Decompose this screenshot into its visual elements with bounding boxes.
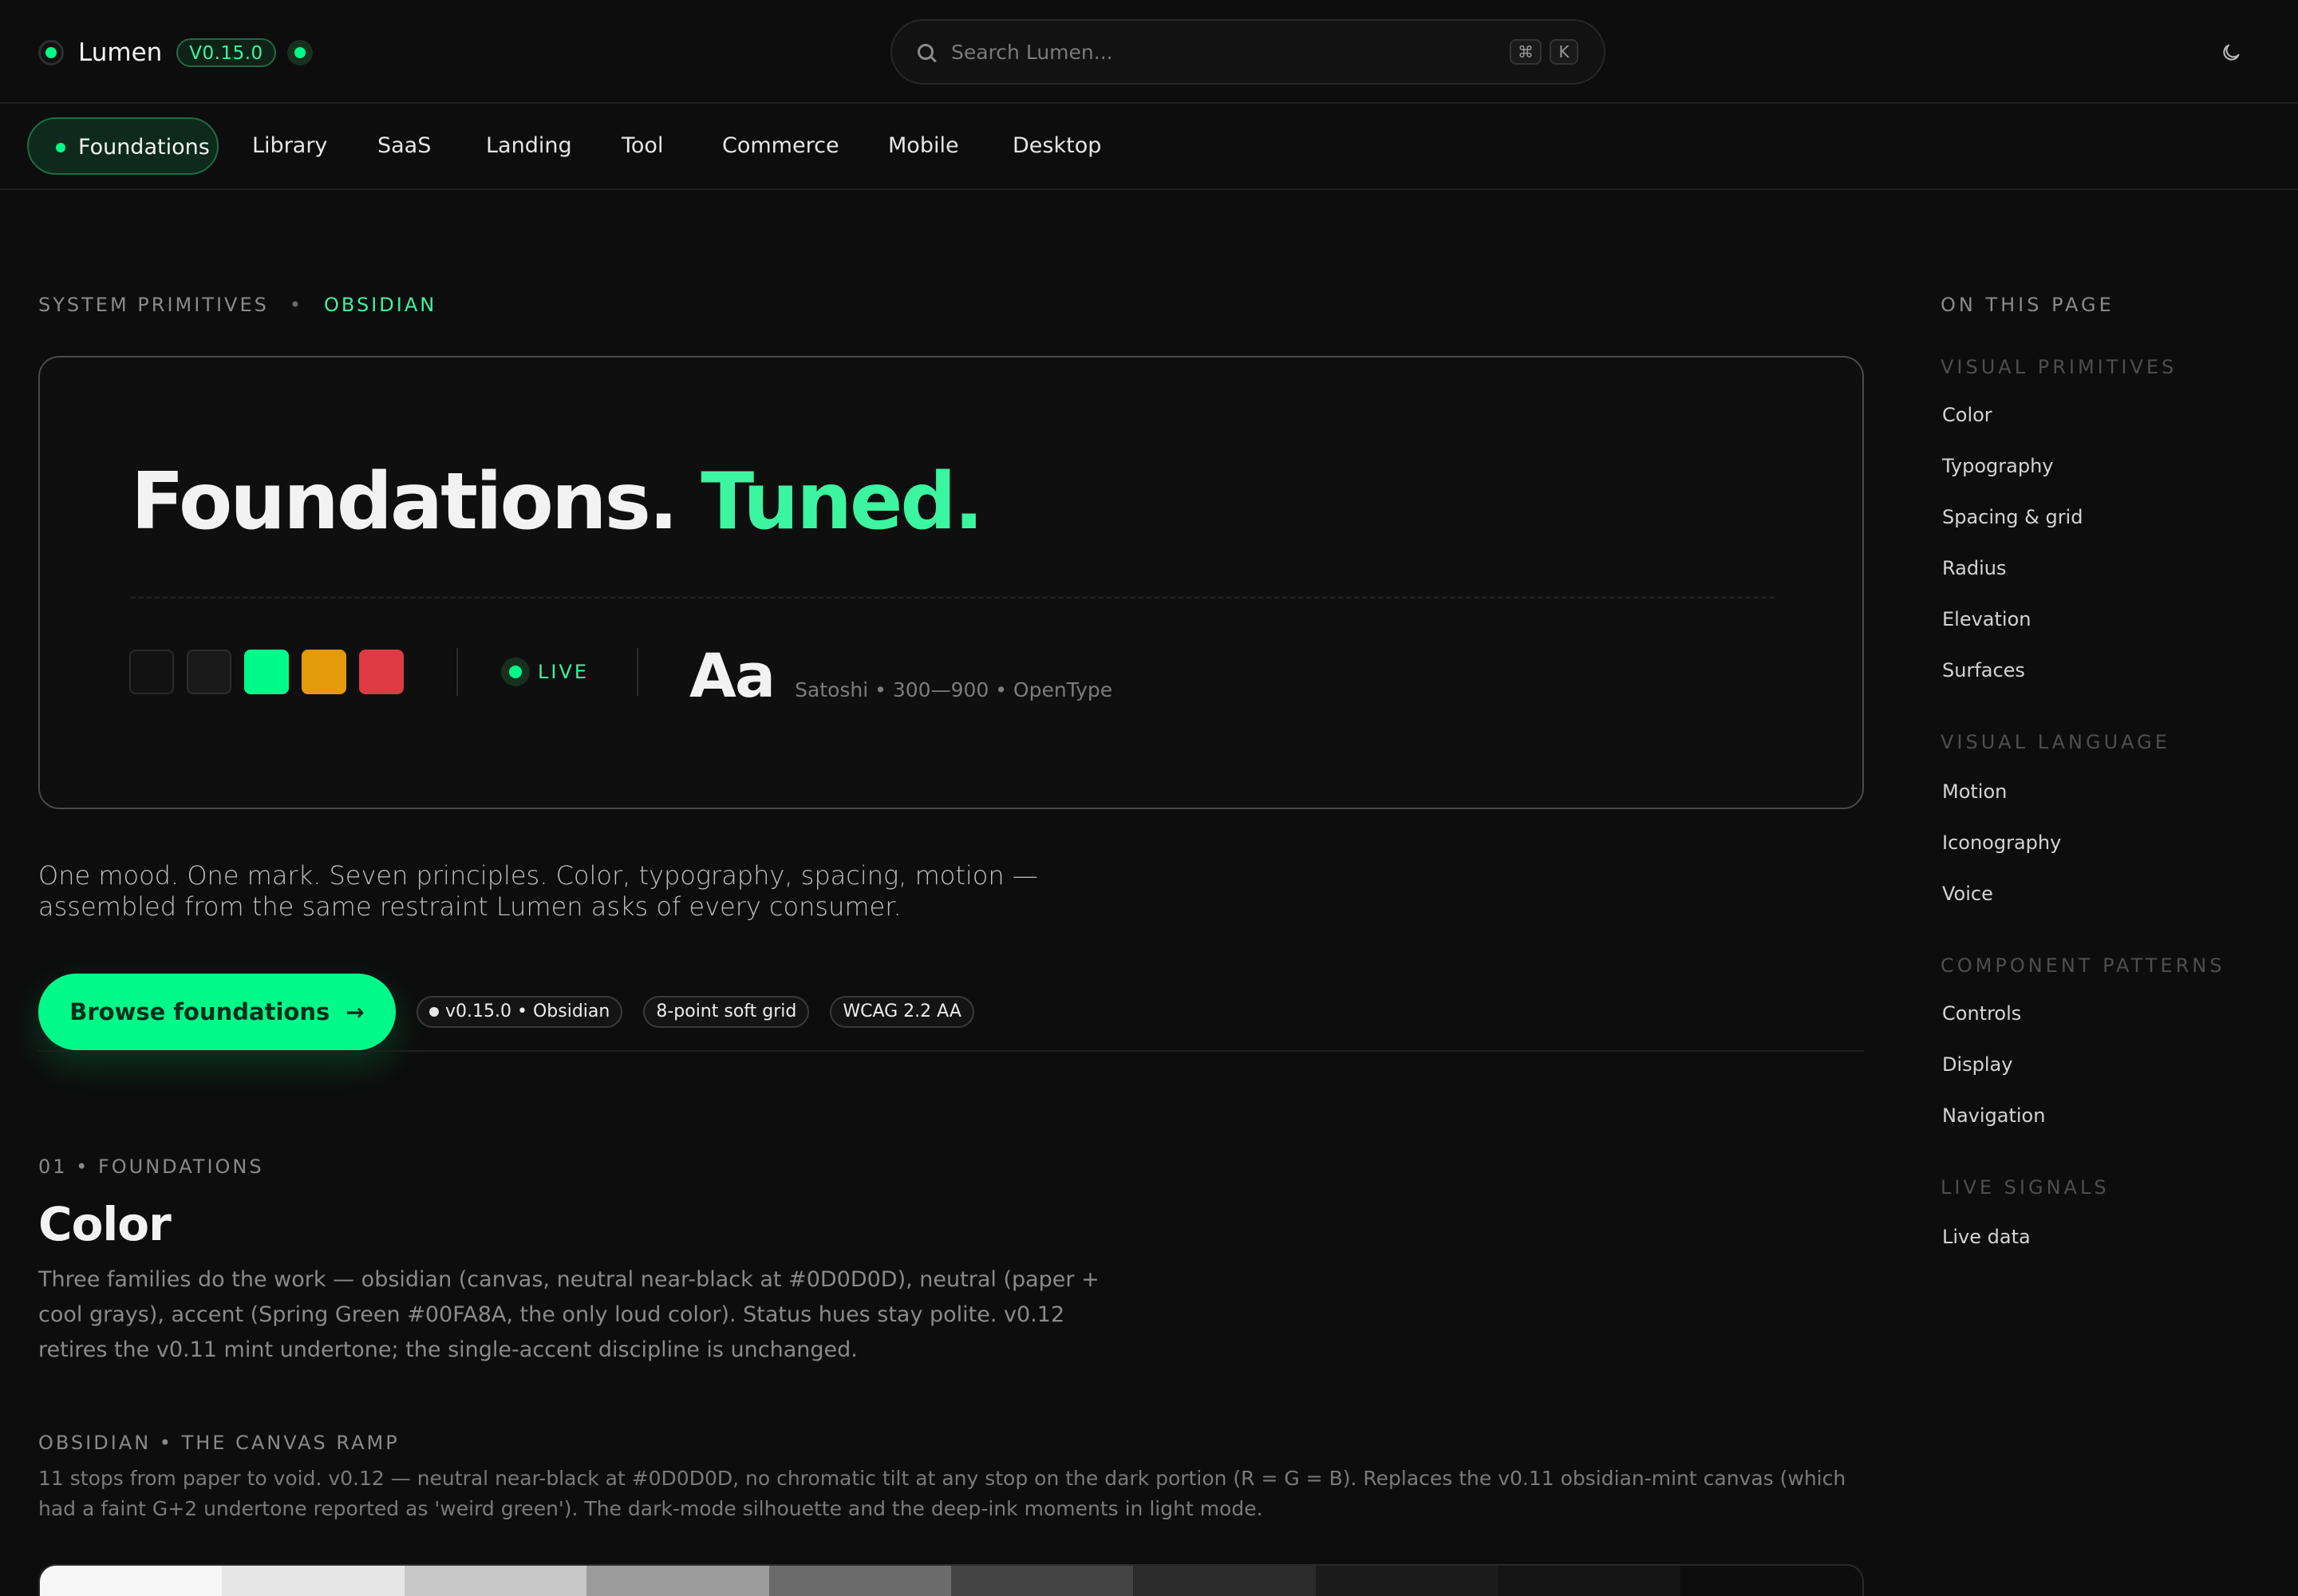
theme-toggle-button[interactable]: [2217, 38, 2245, 67]
toc-link-controls[interactable]: Controls: [1942, 1002, 2021, 1025]
hero-divider: [131, 597, 1775, 598]
toc-link-surfaces[interactable]: Surfaces: [1942, 659, 2025, 681]
toc-link-voice[interactable]: Voice: [1942, 883, 1993, 905]
shortcut-key: K: [1550, 39, 1578, 65]
chip-label: v0.15.0 • Obsidian: [445, 1001, 610, 1021]
section-divider: [38, 1050, 1864, 1052]
section-title: Color: [38, 1197, 172, 1251]
search-bar[interactable]: ⌘ K: [890, 19, 1605, 85]
toc-group-label: COMPONENT PATTERNS: [1941, 954, 2225, 977]
nav-tab-foundations[interactable]: Foundations: [27, 117, 219, 175]
page-eyebrow: SYSTEM PRIMITIVES • OBSIDIAN: [38, 294, 436, 316]
toc-group-label: VISUAL PRIMITIVES: [1941, 356, 2178, 378]
grid-chip: 8-point soft grid: [643, 996, 810, 1028]
main-nav: Foundations Library SaaS Landing Tool Co…: [0, 104, 2298, 190]
moon-icon: [2223, 44, 2240, 61]
hero-card: Foundations. Tuned. LIVE Aa Satoshi • 30…: [38, 356, 1864, 809]
toc-link-iconography[interactable]: Iconography: [1942, 832, 2061, 854]
page-lede: One mood. One mark. Seven principles. Co…: [38, 860, 1038, 922]
wcag-chip: WCAG 2.2 AA: [830, 996, 974, 1028]
type-sample-glyph: Aa: [689, 640, 776, 711]
cta-label: Browse foundations: [69, 998, 330, 1025]
toc-link-spacing[interactable]: Spacing & grid: [1942, 506, 2083, 528]
logo-icon: [38, 40, 64, 65]
ramp-stop[interactable]: [1498, 1566, 1680, 1596]
top-header: Lumen V0.15.0 ⌘ K: [0, 0, 2298, 104]
ramp-stop[interactable]: [1315, 1566, 1498, 1596]
toc-link-elevation[interactable]: Elevation: [1942, 608, 2031, 630]
hero-title-accent: Tuned.: [701, 456, 983, 547]
live-label: LIVE: [538, 661, 590, 683]
ramp-stop[interactable]: [40, 1566, 223, 1596]
ramp-stop[interactable]: [951, 1566, 1134, 1596]
ramp-stop[interactable]: [404, 1566, 587, 1596]
ramp-stop[interactable]: [1680, 1566, 1862, 1596]
eyebrow-accent: OBSIDIAN: [324, 294, 437, 316]
toc-group-label: VISUAL LANGUAGE: [1941, 731, 2170, 753]
type-sample: Aa Satoshi • 300—900 • OpenType: [689, 640, 1112, 711]
live-indicator: LIVE: [501, 658, 589, 686]
nav-tab-saas[interactable]: SaaS: [377, 117, 431, 175]
nav-tab-library[interactable]: Library: [252, 117, 327, 175]
toc-link-radius[interactable]: Radius: [1942, 557, 2006, 579]
chip-dot-icon: [429, 1007, 439, 1017]
search-input[interactable]: [950, 39, 1502, 65]
hero-title-main: Foundations.: [131, 456, 678, 547]
hero-title: Foundations. Tuned.: [131, 456, 984, 547]
nav-tab-tool[interactable]: Tool: [622, 117, 663, 175]
toc-group-label: LIVE SIGNALS: [1941, 1176, 2110, 1199]
ramp-stop[interactable]: [586, 1566, 769, 1596]
toc-link-navigation[interactable]: Navigation: [1942, 1104, 2045, 1127]
type-sample-meta: Satoshi • 300—900 • OpenType: [795, 678, 1113, 701]
chip-label: 8-point soft grid: [656, 1001, 797, 1021]
toc-heading: ON THIS PAGE: [1941, 294, 2114, 316]
color-swatches: [129, 650, 417, 694]
table-of-contents: ON THIS PAGE VISUAL PRIMITIVES Color Typ…: [1941, 294, 2292, 1248]
ramp-stop[interactable]: [222, 1566, 405, 1596]
ramp-stop[interactable]: [1133, 1566, 1316, 1596]
ramp-stop[interactable]: [768, 1566, 952, 1596]
toc-link-display[interactable]: Display: [1942, 1053, 2012, 1076]
search-icon: [918, 44, 934, 60]
hero-separator: [456, 648, 458, 696]
swatch-obsidian: [129, 650, 174, 694]
live-dot-icon: [501, 658, 530, 686]
swatch-danger: [359, 650, 404, 694]
version-chip: v0.15.0 • Obsidian: [417, 996, 623, 1028]
nav-tab-commerce[interactable]: Commerce: [722, 117, 839, 175]
swatch-surface: [187, 650, 231, 694]
hero-separator: [637, 648, 638, 696]
subsection-eyebrow: OBSIDIAN • THE CANVAS RAMP: [38, 1432, 400, 1454]
cta-row: Browse foundations → v0.15.0 • Obsidian …: [38, 974, 974, 1050]
toc-link-typography[interactable]: Typography: [1942, 455, 2054, 477]
nav-tab-mobile[interactable]: Mobile: [888, 117, 959, 175]
brand-name: Lumen: [78, 38, 163, 67]
swatch-accent: [244, 650, 289, 694]
nav-tab-desktop[interactable]: Desktop: [1013, 117, 1101, 175]
section-body: Three families do the work — obsidian (c…: [38, 1267, 1100, 1362]
toc-link-live-data[interactable]: Live data: [1942, 1226, 2031, 1248]
version-badge: V0.15.0: [176, 38, 276, 67]
brand[interactable]: Lumen V0.15.0: [38, 37, 313, 69]
status-dot-icon: [286, 40, 313, 65]
browse-foundations-button[interactable]: Browse foundations →: [38, 974, 396, 1050]
obsidian-ramp: [38, 1564, 1864, 1596]
section-eyebrow: 01 • FOUNDATIONS: [38, 1156, 264, 1178]
eyebrow-separator: •: [289, 294, 304, 316]
shortcut-mod-key: ⌘: [1510, 39, 1542, 65]
chip-label: WCAG 2.2 AA: [843, 1001, 961, 1021]
subsection-body: 11 stops from paper to void. v0.12 — neu…: [38, 1467, 1846, 1520]
eyebrow-primary: SYSTEM PRIMITIVES: [38, 294, 269, 316]
arrow-right-icon: →: [345, 998, 365, 1025]
toc-link-motion[interactable]: Motion: [1942, 780, 2007, 803]
nav-tab-landing[interactable]: Landing: [486, 117, 572, 175]
toc-link-color[interactable]: Color: [1942, 404, 1992, 426]
swatch-warning: [302, 650, 346, 694]
page-root: Lumen V0.15.0 ⌘ K Foundations Library Sa…: [0, 0, 2298, 1596]
